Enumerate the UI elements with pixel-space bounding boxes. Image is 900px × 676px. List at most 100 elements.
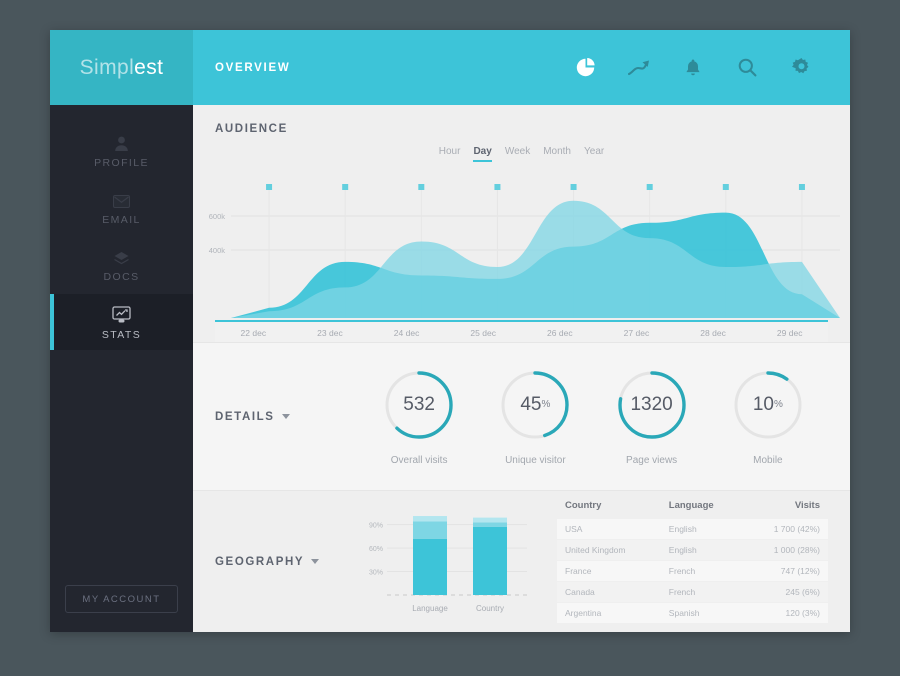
donut-card: 10% Mobile	[731, 368, 805, 466]
bell-icon[interactable]	[666, 48, 720, 88]
envelope-icon	[113, 189, 130, 208]
gear-icon[interactable]	[774, 48, 828, 88]
donut-value: 1320	[630, 393, 673, 415]
details-title: DETAILS	[215, 410, 275, 423]
bar-segment[interactable]	[413, 521, 447, 539]
audience-area-chart: 400k 600k	[193, 170, 850, 320]
chart-point-marker[interactable]	[646, 184, 653, 190]
sidebar-item-email[interactable]: EMAIL	[50, 180, 193, 235]
chart-point-marker[interactable]	[570, 184, 577, 190]
x-tick-label: 22 dec	[240, 328, 267, 338]
chart-point-marker[interactable]	[418, 184, 425, 190]
topbar-icon-group	[558, 48, 850, 88]
sidebar-item-stats[interactable]: STATS	[50, 294, 202, 350]
sidebar-item-label: STATS	[101, 328, 142, 341]
geography-header[interactable]: GEOGRAPHY	[215, 556, 361, 568]
main-content: OVERVIEW AUDIENCE Hour Day Week Month Ye…	[193, 30, 850, 632]
logo-text-light: Simpl	[79, 55, 135, 79]
sidebar-item-label: DOCS	[103, 271, 140, 283]
search-icon[interactable]	[720, 48, 774, 88]
cell-language: English	[660, 518, 744, 540]
chart-point-marker[interactable]	[798, 184, 805, 190]
range-tab-week[interactable]: Week	[505, 146, 530, 162]
donut-value: 45%	[520, 393, 551, 415]
y-tick-label: 400k	[209, 246, 226, 255]
cell-language: French	[660, 560, 744, 582]
cell-visits: 1 700 (42%)	[743, 518, 828, 540]
cell-language: French	[660, 581, 744, 603]
chart-point-marker[interactable]	[266, 184, 273, 190]
account-area: MY ACCOUNT	[50, 585, 193, 632]
donut-card: 532 Overall visits	[382, 368, 456, 466]
donut-ring: 45%	[498, 368, 572, 442]
range-tab-month[interactable]: Month	[543, 146, 571, 162]
table-row[interactable]: United Kingdom English 1 000 (28%)	[557, 539, 828, 561]
range-tab-hour[interactable]: Hour	[439, 146, 461, 162]
x-tick-label: 25 dec	[470, 328, 496, 338]
donut-caption: Mobile	[753, 454, 783, 466]
donut-value: 532	[403, 393, 435, 415]
audience-title: AUDIENCE	[215, 123, 288, 135]
chart-point-marker[interactable]	[342, 184, 349, 190]
sidebar: Simplest PROFILE EMAIL DOCS STATS MY ACC…	[50, 30, 202, 632]
bar-segment[interactable]	[413, 538, 447, 595]
chart-point-marker[interactable]	[494, 184, 501, 190]
donut-caption: Overall visits	[390, 454, 448, 466]
audience-panel: AUDIENCE Hour Day Week Month Year 400k 60…	[193, 105, 850, 342]
details-panel: DETAILS 532 Overall visits 45% Unique visit…	[193, 342, 850, 490]
cell-language: English	[660, 539, 744, 561]
y-tick-label: 600k	[209, 212, 226, 221]
cell-country: United Kingdom	[557, 539, 661, 561]
geography-panel: GEOGRAPHY 30% 60% 90% Language Country Count…	[193, 490, 850, 632]
bar-segment[interactable]	[413, 515, 447, 522]
dashboard-window: Simplest PROFILE EMAIL DOCS STATS MY ACC…	[50, 30, 850, 632]
x-tick-label: 24 dec	[393, 328, 420, 338]
x-tick-label: 23 dec	[317, 328, 343, 338]
bar-segment[interactable]	[473, 526, 507, 595]
geography-title: GEOGRAPHY	[215, 555, 305, 568]
donut-card-group: 532 Overall visits 45% Unique visitor 1320 Pa…	[361, 368, 850, 466]
cell-country: Argentina	[557, 602, 661, 624]
cell-country: France	[557, 560, 661, 582]
my-account-button[interactable]: MY ACCOUNT	[65, 585, 178, 613]
x-tick-label: 29 dec	[776, 328, 803, 338]
cell-country: Canada	[557, 581, 661, 603]
user-icon	[114, 132, 129, 151]
cell-country: USA	[557, 518, 661, 540]
logo[interactable]: Simplest	[50, 30, 193, 105]
donut-ring: 532	[382, 368, 456, 442]
table-row[interactable]: France French 747 (12%)	[557, 560, 828, 582]
sidebar-item-docs[interactable]: DOCS	[50, 237, 193, 292]
page-title: OVERVIEW	[215, 61, 291, 74]
table-row[interactable]: Argentina Spanish 120 (3%)	[557, 602, 828, 624]
range-tab-group: Hour Day Week Month Year	[193, 146, 850, 162]
pie-chart-icon[interactable]	[558, 48, 612, 88]
trending-up-icon[interactable]	[612, 48, 666, 88]
bar-segment[interactable]	[473, 521, 507, 527]
chevron-down-icon	[311, 559, 320, 564]
donut-caption: Page views	[626, 454, 678, 466]
active-indicator-bar	[50, 294, 54, 350]
cell-visits: 1 000 (28%)	[743, 539, 828, 561]
chart-point-marker[interactable]	[722, 184, 729, 190]
table-row[interactable]: Canada French 245 (6%)	[557, 581, 828, 603]
column-header-language: Language	[668, 499, 714, 511]
range-tab-year[interactable]: Year	[584, 146, 604, 162]
table-row[interactable]: USA English 1 700 (42%)	[557, 518, 828, 540]
x-tick-label: 27 dec	[623, 328, 650, 338]
bar-segment[interactable]	[473, 517, 507, 522]
donut-card: 45% Unique visitor	[498, 368, 572, 466]
donut-card: 1320 Page views	[615, 368, 689, 466]
sidebar-item-profile[interactable]: PROFILE	[50, 123, 193, 178]
geography-bar-chart: 30% 60% 90% Language Country	[361, 503, 531, 621]
docs-icon	[113, 246, 130, 265]
column-header-country: Country	[565, 499, 602, 511]
details-header[interactable]: DETAILS	[193, 411, 361, 423]
donut-unit: %	[541, 399, 551, 410]
cell-visits: 120 (3%)	[743, 602, 828, 624]
x-tick-label: 28 dec	[700, 328, 726, 338]
geography-table: Country Language Visits USA English 1 700 …	[557, 500, 828, 624]
range-tab-day[interactable]: Day	[473, 146, 492, 162]
audience-x-axis: 22 dec 23 dec 24 dec 25 dec 26 dec 27 de…	[215, 320, 828, 342]
sidebar-item-label: PROFILE	[94, 157, 149, 169]
